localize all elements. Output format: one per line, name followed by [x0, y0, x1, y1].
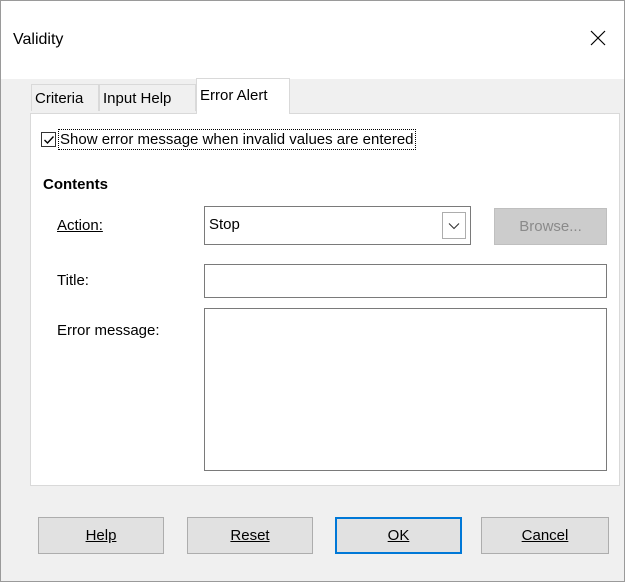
title-label: Title:	[57, 272, 89, 289]
tab-input-help[interactable]: Input Help	[99, 84, 196, 111]
title-bar: Validity	[1, 1, 624, 79]
help-button-label: Help	[85, 527, 117, 544]
reset-button-label: Reset	[230, 527, 270, 544]
error-alert-panel: Show error message when invalid values a…	[30, 113, 620, 486]
ok-button-label: OK	[387, 527, 410, 544]
close-button[interactable]	[581, 23, 615, 53]
show-error-label: Show error message when invalid values a…	[58, 129, 416, 150]
show-error-checkbox[interactable]	[41, 132, 56, 147]
reset-button[interactable]: Reset	[187, 517, 313, 554]
validity-dialog: Validity Criteria Input Help Error Alert…	[0, 0, 625, 582]
action-select[interactable]: Stop	[204, 206, 471, 245]
cancel-button-label: Cancel	[521, 527, 569, 544]
checkmark-icon	[43, 135, 54, 144]
tab-error-alert[interactable]: Error Alert	[196, 78, 290, 114]
browse-button[interactable]: Browse...	[494, 208, 607, 245]
tab-error-alert-label: Error Alert	[200, 87, 268, 104]
action-label: Action:	[57, 217, 103, 234]
cancel-button[interactable]: Cancel	[481, 517, 609, 554]
help-button[interactable]: Help	[38, 517, 164, 554]
ok-button[interactable]: OK	[335, 517, 462, 554]
chevron-down-icon	[448, 222, 460, 229]
show-error-checkbox-row[interactable]: Show error message when invalid values a…	[41, 129, 416, 150]
title-input[interactable]	[204, 264, 607, 298]
contents-heading: Contents	[43, 176, 108, 193]
close-icon	[590, 30, 606, 46]
action-select-value: Stop	[209, 216, 240, 233]
tab-criteria[interactable]: Criteria	[31, 84, 99, 111]
error-message-textarea[interactable]	[204, 308, 607, 471]
browse-button-label: Browse...	[519, 218, 582, 235]
error-message-label: Error message:	[57, 322, 160, 339]
tab-criteria-label: Criteria	[35, 90, 84, 107]
tab-input-help-label: Input Help	[103, 90, 172, 107]
action-dropdown-button[interactable]	[442, 212, 466, 239]
dialog-title: Validity	[13, 31, 64, 48]
